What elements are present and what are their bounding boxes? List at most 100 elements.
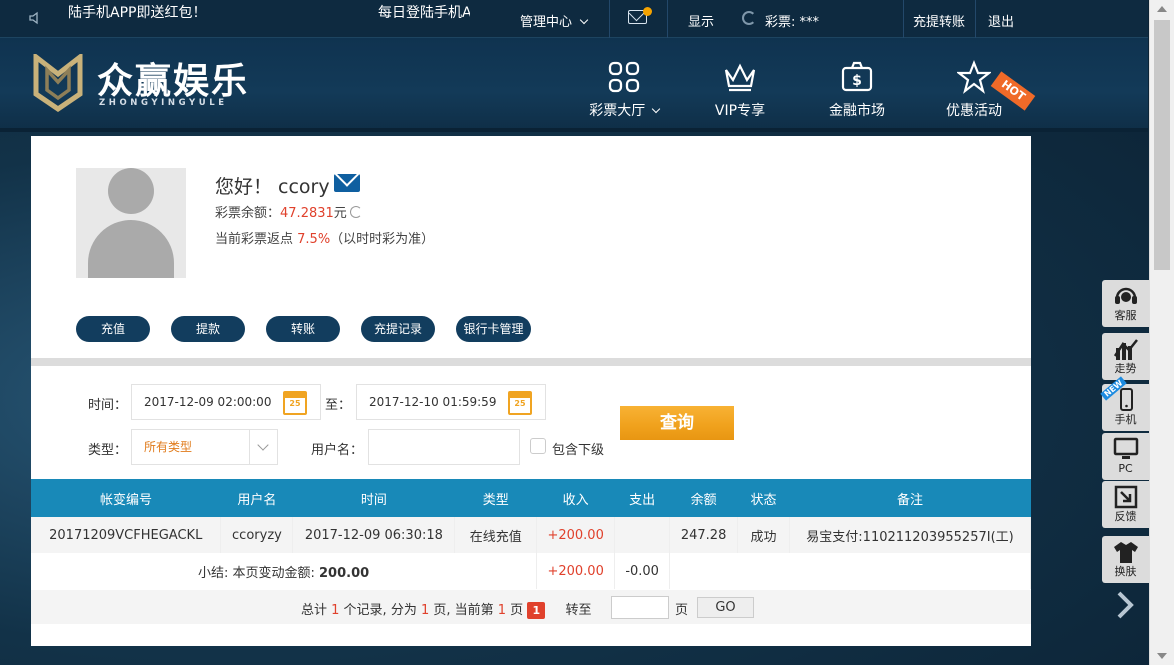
lottery-balance-text: 彩票: *** bbox=[765, 15, 820, 30]
account-panel: 您好！ ccory 彩票余额：47.2831元 当前彩票返点 7.5%（以时时彩… bbox=[31, 136, 1031, 646]
cell-status: 成功 bbox=[737, 517, 791, 553]
sidebar-label: 走势 bbox=[1114, 362, 1137, 375]
envelope-icon[interactable] bbox=[334, 174, 360, 192]
trend-chart-icon bbox=[1113, 336, 1139, 362]
notice-text-scrolling: 每日登陆手机A bbox=[378, 5, 470, 21]
transactions-table: 帐变编号 用户名 时间 类型 收入 支出 余额 状态 备注 20171209VC… bbox=[31, 479, 1031, 589]
refresh-icon[interactable] bbox=[742, 11, 756, 25]
query-button[interactable]: 查询 bbox=[620, 406, 734, 440]
balance-label: 彩票余额： bbox=[215, 206, 281, 221]
speaker-icon bbox=[28, 11, 44, 27]
scroll-thumb[interactable] bbox=[1154, 20, 1170, 270]
rebate-info: 当前彩票返点 7.5%（以时时彩为准） bbox=[215, 228, 434, 247]
divider bbox=[667, 0, 668, 38]
transaction-records-button[interactable]: 充提记录 bbox=[361, 316, 435, 342]
type-select-value: 所有类型 bbox=[144, 440, 193, 454]
sidebar-label: 手机 bbox=[1114, 413, 1137, 426]
column-header: 帐变编号 bbox=[31, 479, 221, 517]
total-pages: 1 bbox=[420, 603, 430, 618]
column-header: 用户名 bbox=[220, 479, 293, 517]
start-time-value: 2017-12-09 02:00:00 bbox=[144, 395, 272, 409]
feedback-icon bbox=[1113, 484, 1139, 510]
nav-label: 彩票大厅 bbox=[589, 103, 646, 119]
rebate-value: 7.5% bbox=[297, 232, 331, 247]
notice-text: 陆手机APP即送红包！ bbox=[68, 5, 207, 21]
cell-username: ccoryzy bbox=[220, 517, 294, 553]
calendar-icon[interactable]: 25 bbox=[508, 391, 532, 415]
bank-card-button[interactable]: 银行卡管理 bbox=[456, 316, 531, 342]
scroll-down-arrow[interactable] bbox=[1157, 653, 1167, 659]
unread-dot bbox=[643, 7, 652, 16]
manage-center-menu[interactable]: 管理中心 bbox=[520, 11, 589, 30]
sidebar-pc[interactable]: PC bbox=[1102, 433, 1149, 480]
top-bar: 陆手机APP即送红包！ 每日登陆手机A 管理中心 显示 彩票: *** 充提转账… bbox=[0, 0, 1148, 38]
subtotal-label: 小结: 本页变动金额: bbox=[197, 565, 320, 581]
sidebar-trend[interactable]: 走势 bbox=[1102, 333, 1149, 380]
subtotal-cell: 小结: 本页变动金额: 200.00 bbox=[31, 553, 538, 589]
show-balance-link[interactable]: 显示 bbox=[688, 11, 714, 30]
cell-transaction-id: 20171209VCFHEGACKL bbox=[31, 517, 222, 553]
goto-page-input[interactable] bbox=[611, 596, 669, 619]
balance-unit: 元 bbox=[333, 206, 347, 221]
deposit-transfer-link[interactable]: 充提转账 bbox=[913, 11, 965, 30]
to-label: 至： bbox=[325, 398, 352, 413]
deposit-button[interactable]: 充值 bbox=[76, 316, 150, 342]
subtotal-value: 200.00 bbox=[319, 565, 370, 581]
divider bbox=[903, 0, 904, 38]
avatar bbox=[76, 168, 186, 278]
rebate-note: （以时时彩为准） bbox=[330, 232, 435, 247]
headset-icon bbox=[1113, 283, 1139, 309]
page-scrollbar[interactable] bbox=[1149, 0, 1174, 665]
sidebar-feedback[interactable]: 反馈 bbox=[1102, 481, 1149, 528]
time-label: 时间： bbox=[88, 398, 128, 413]
pagination: 总计 1 个记录, 分为 1 页, 当前第 1 页 1 转至 页 GO bbox=[31, 590, 1031, 624]
logout-link[interactable]: 退出 bbox=[988, 11, 1014, 30]
svg-text:$: $ bbox=[852, 73, 862, 89]
sidebar-skin[interactable]: 换肤 bbox=[1102, 536, 1149, 583]
cell-expense bbox=[614, 517, 671, 553]
sidebar-label: 反馈 bbox=[1114, 510, 1137, 523]
crown-icon bbox=[723, 60, 757, 94]
type-select[interactable]: 所有类型 bbox=[131, 429, 278, 465]
calendar-icon[interactable]: 25 bbox=[283, 391, 307, 415]
page-unit-label: 页 bbox=[675, 603, 689, 618]
transfer-button[interactable]: 转账 bbox=[266, 316, 340, 342]
withdraw-button[interactable]: 提款 bbox=[171, 316, 245, 342]
monitor-icon bbox=[1113, 436, 1139, 462]
rebate-label: 当前彩票返点 bbox=[215, 232, 298, 247]
brand-name: 众赢娱乐 bbox=[97, 61, 250, 102]
cell-type: 在线充值 bbox=[454, 517, 538, 553]
column-header: 余额 bbox=[669, 479, 738, 517]
sidebar-customer-service[interactable]: 客服 bbox=[1102, 280, 1149, 327]
manage-center-label: 管理中心 bbox=[520, 15, 573, 30]
page-number-button[interactable]: 1 bbox=[527, 602, 546, 619]
money-bag-icon: $ bbox=[840, 60, 874, 94]
go-button[interactable]: GO bbox=[697, 597, 754, 618]
column-header: 状态 bbox=[737, 479, 790, 517]
sidebar-label: 换肤 bbox=[1114, 565, 1137, 578]
goto-label: 转至 bbox=[565, 603, 592, 618]
balance-value: 47.2831 bbox=[280, 206, 334, 221]
username-input[interactable] bbox=[368, 429, 520, 465]
current-page: 1 bbox=[497, 603, 507, 618]
nav-lottery-hall[interactable]: 彩票大厅 bbox=[579, 60, 669, 120]
logo-icon[interactable] bbox=[33, 51, 83, 113]
star-icon bbox=[955, 60, 993, 94]
type-label: 类型： bbox=[88, 443, 128, 458]
scroll-up-arrow[interactable] bbox=[1157, 6, 1167, 12]
table-header-row: 帐变编号 用户名 时间 类型 收入 支出 余额 状态 备注 bbox=[31, 479, 1031, 517]
chevron-right-icon[interactable] bbox=[1112, 590, 1138, 620]
include-subordinates-checkbox[interactable] bbox=[530, 438, 546, 454]
avatar-head bbox=[108, 168, 154, 214]
column-header: 支出 bbox=[614, 479, 670, 517]
column-header: 收入 bbox=[536, 479, 615, 517]
nav-finance[interactable]: $ 金融市场 bbox=[812, 60, 902, 120]
nav-vip[interactable]: VIP专享 bbox=[695, 60, 785, 120]
column-header: 类型 bbox=[454, 479, 537, 517]
sidebar-label: 客服 bbox=[1114, 309, 1137, 322]
shirt-icon bbox=[1113, 539, 1139, 565]
subtotal-expense: -0.00 bbox=[614, 553, 671, 589]
greeting-text: 您好！ ccory bbox=[215, 176, 330, 198]
site-header: 众赢娱乐 ZHONGYINGYULE 彩票大厅 VIP专享 $ 金融市场 优惠活… bbox=[0, 38, 1148, 132]
refresh-icon[interactable] bbox=[349, 206, 362, 218]
